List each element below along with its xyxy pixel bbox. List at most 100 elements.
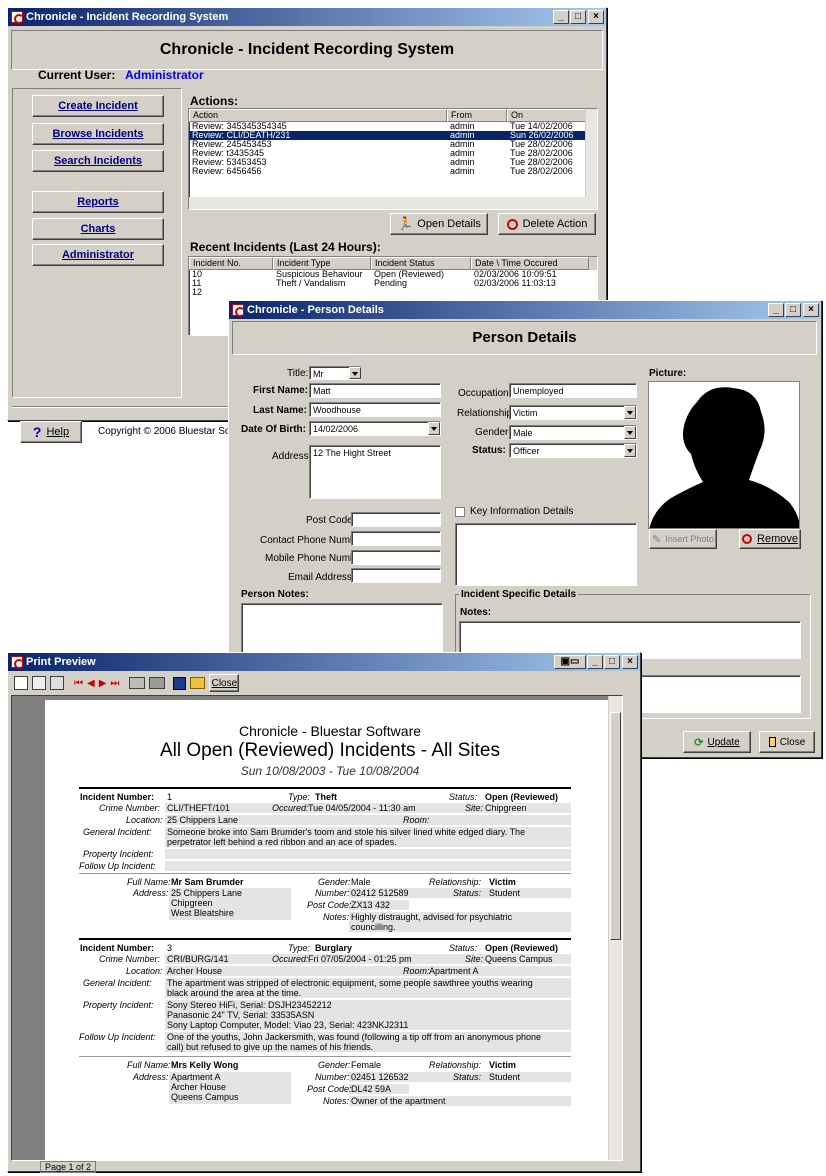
help-button[interactable]: ? Help bbox=[20, 421, 82, 443]
dob-label: Date Of Birth: bbox=[241, 424, 306, 435]
col-action[interactable]: Action bbox=[189, 109, 447, 122]
minimize-button[interactable]: _ bbox=[587, 655, 603, 669]
close-button[interactable]: × bbox=[803, 303, 819, 317]
chevron-down-icon[interactable] bbox=[349, 367, 361, 379]
print-icon[interactable] bbox=[129, 677, 146, 689]
minimize-button[interactable]: _ bbox=[768, 303, 784, 317]
preview-canvas[interactable]: Chronicle - Bluestar Software All Open (… bbox=[11, 695, 623, 1161]
chevron-down-icon[interactable] bbox=[428, 422, 440, 435]
status-label: Status: bbox=[449, 792, 478, 802]
first-name-field[interactable]: Matt bbox=[309, 383, 441, 398]
col-incident-status[interactable]: Incident Status bbox=[371, 257, 471, 270]
close-button[interactable]: × bbox=[588, 10, 604, 24]
relationship-select[interactable]: Victim bbox=[509, 405, 637, 420]
action-row[interactable]: Review: t3435345 admin Tue 28/02/2006 bbox=[189, 149, 597, 158]
maximize-button[interactable]: □ bbox=[604, 655, 620, 669]
key-info-label: Key Information Details bbox=[470, 506, 574, 517]
occured-value: Tue 04/05/2004 - 11:30 am bbox=[308, 803, 416, 813]
search-incidents-button[interactable]: Search Incidents bbox=[32, 150, 164, 172]
incident-number-value: 1 bbox=[167, 792, 173, 802]
contact-phone-field[interactable] bbox=[351, 531, 441, 546]
charts-button[interactable]: Charts bbox=[32, 218, 164, 240]
key-info-field[interactable] bbox=[455, 523, 637, 586]
recent-row[interactable]: 11 Theft / Vandalism Pending 02/03/2006 11:… bbox=[189, 279, 597, 288]
incident-number-label: Incident Number: bbox=[80, 943, 155, 953]
preview-close-button[interactable]: Close bbox=[209, 674, 240, 692]
next-page-icon[interactable]: ▶ bbox=[99, 678, 107, 689]
actions-hscrollbar[interactable] bbox=[189, 197, 597, 209]
report-heading: All Open (Reviewed) Incidents - All Site… bbox=[159, 740, 501, 761]
person-status-value: Student bbox=[489, 888, 521, 898]
last-page-icon[interactable]: ⏭ bbox=[110, 678, 119, 689]
preview-titlebar[interactable]: Print Preview ▣▭ _ □ × bbox=[8, 653, 640, 671]
action-row[interactable]: Review: 53453453 admin Tue 28/02/2006 bbox=[189, 158, 597, 167]
insert-photo-button[interactable]: ✎ Insert Photo bbox=[649, 529, 717, 549]
person-titlebar[interactable]: Chronicle - Person Details _ □ × bbox=[229, 301, 821, 319]
action-row[interactable]: Review: 245453453 admin Tue 28/02/2006 bbox=[189, 140, 597, 149]
preview-vscrollbar[interactable] bbox=[608, 696, 622, 1160]
actions-list[interactable]: Action From On Review: 345345354345 admin… bbox=[188, 108, 598, 210]
browse-incidents-button[interactable]: Browse Incidents bbox=[32, 123, 164, 145]
col-date-time[interactable]: Date \ Time Occured bbox=[471, 257, 589, 270]
administrator-button[interactable]: Administrator bbox=[32, 244, 164, 266]
remove-photo-button[interactable]: Remove bbox=[739, 529, 801, 549]
chevron-down-icon[interactable] bbox=[624, 406, 636, 419]
action-row-selected[interactable]: Review: CLI/DEATH/231 admin Sun 26/02/2006 bbox=[189, 131, 597, 140]
print-setup-icon[interactable] bbox=[149, 677, 166, 689]
mobile-phone-field[interactable] bbox=[351, 550, 441, 565]
action-row[interactable]: Review: 345345354345 admin Tue 14/02/2006 bbox=[189, 122, 597, 131]
update-button[interactable]: ⟳ Update bbox=[683, 731, 751, 753]
status-select[interactable]: Officer bbox=[509, 443, 637, 458]
two-pages-icon[interactable] bbox=[32, 676, 46, 690]
location-label: Location: bbox=[126, 966, 163, 976]
maximize-button[interactable]: □ bbox=[785, 303, 801, 317]
email-field[interactable] bbox=[351, 568, 441, 583]
address-field[interactable]: 12 The Hight Street bbox=[309, 445, 441, 499]
close-button[interactable]: × bbox=[622, 655, 638, 669]
col-incident-no[interactable]: Incident No. bbox=[189, 257, 273, 270]
crime-number-value: CRI/BURG/141 bbox=[167, 954, 229, 964]
first-page-icon[interactable]: ⏮ bbox=[74, 678, 83, 689]
open-details-button[interactable]: 🏃 Open Details bbox=[390, 213, 488, 235]
scroll-thumb[interactable] bbox=[610, 712, 621, 940]
open-folder-icon[interactable] bbox=[190, 677, 206, 689]
gender-select[interactable]: Male bbox=[509, 425, 637, 440]
general-incident-line2: black around the area at the time. bbox=[167, 988, 302, 998]
col-incident-type[interactable]: Incident Type bbox=[273, 257, 371, 270]
address-line3: West Bleatshire bbox=[171, 908, 234, 918]
save-icon[interactable] bbox=[173, 676, 187, 690]
main-titlebar[interactable]: Chronicle - Incident Recording System _ … bbox=[8, 8, 606, 26]
layout-toggle-button[interactable]: ▣▭ bbox=[554, 655, 586, 669]
maximize-button[interactable]: □ bbox=[570, 10, 586, 24]
create-incident-button[interactable]: Create Incident bbox=[32, 95, 164, 117]
minimize-button[interactable]: _ bbox=[553, 10, 569, 24]
last-name-field[interactable]: Woodhouse bbox=[309, 402, 441, 417]
person-window-title: Chronicle - Person Details bbox=[247, 304, 384, 316]
delete-action-button[interactable]: Delete Action bbox=[498, 213, 596, 235]
col-from[interactable]: From bbox=[447, 109, 507, 122]
actions-header: Action From On bbox=[189, 109, 597, 122]
post-code-field[interactable] bbox=[351, 512, 441, 527]
location-value: Archer House bbox=[167, 966, 223, 976]
recent-row[interactable]: 12 bbox=[189, 288, 597, 297]
relationship-value: Victim bbox=[489, 1060, 516, 1070]
reports-button[interactable]: Reports bbox=[32, 191, 164, 213]
gender-label: Gender: bbox=[475, 427, 512, 438]
general-incident-label: General Incident: bbox=[83, 827, 152, 837]
col-on[interactable]: On bbox=[507, 109, 587, 122]
action-row[interactable]: Review: 6456456 admin Tue 28/02/2006 bbox=[189, 167, 597, 176]
gender-label: Gender: bbox=[318, 1060, 351, 1070]
chevron-down-icon[interactable] bbox=[624, 426, 636, 439]
person-silhouette-icon bbox=[649, 387, 799, 528]
person-close-button[interactable]: Close bbox=[759, 731, 815, 753]
recent-row[interactable]: 10 Suspicious Behaviour Open (Reviewed) 02/… bbox=[189, 270, 597, 279]
dob-picker[interactable]: 14/02/2006 bbox=[309, 421, 441, 436]
chevron-down-icon[interactable] bbox=[624, 444, 636, 457]
actions-vscrollbar[interactable] bbox=[585, 109, 597, 197]
zoom-icon[interactable] bbox=[50, 676, 64, 690]
occupation-field[interactable]: Unemployed bbox=[509, 383, 637, 398]
person-separator bbox=[79, 1056, 571, 1057]
key-info-checkbox[interactable] bbox=[455, 507, 465, 517]
prev-page-icon[interactable]: ◀ bbox=[87, 678, 95, 689]
one-page-icon[interactable] bbox=[14, 676, 28, 690]
